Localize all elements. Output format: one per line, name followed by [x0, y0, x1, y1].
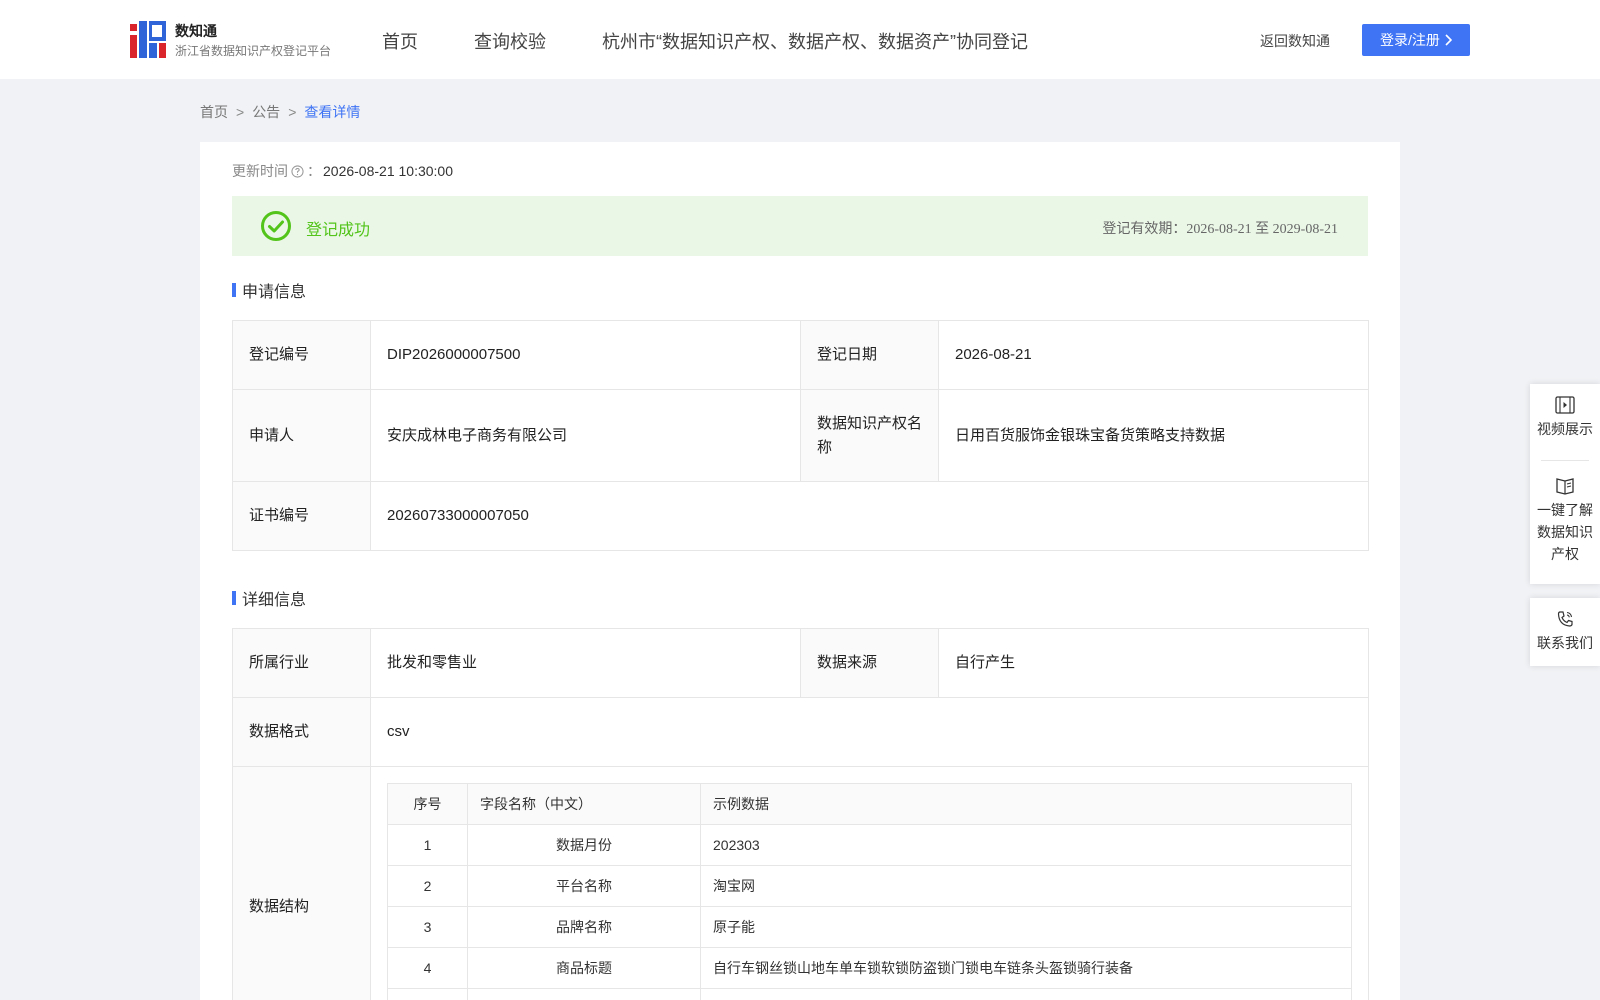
field-name: 商品标题	[467, 947, 701, 989]
row-index: 3	[387, 906, 468, 948]
breadcrumb: 首页 > 公告 > 查看详情	[200, 102, 360, 122]
data-source-value: 自行产生	[938, 628, 1369, 698]
table-header-row: 序号 字段名称（中文） 示例数据	[387, 783, 1352, 825]
float-panel-contact: 联系我们	[1530, 598, 1600, 666]
sample-data: 淘宝网	[700, 865, 1352, 907]
update-time: 更新时间 ： 2026-08-21 10:30:00	[232, 161, 453, 181]
top-header: 数知通 浙江省数据知识产权登记平台 首页 查询校验 杭州市“数据知识产权、数据产…	[0, 0, 1600, 79]
ip-name-value: 日用百货服饰金银珠宝备货策略支持数据	[938, 389, 1369, 482]
cert-no-label: 证书编号	[232, 481, 371, 551]
brand-subtitle: 浙江省数据知识产权登记平台	[175, 44, 332, 58]
update-time-colon: ：	[307, 163, 321, 179]
field-name: 平台名称	[467, 865, 701, 907]
data-format-label: 数据格式	[232, 697, 371, 767]
table-row: 数据格式 csv	[232, 697, 1369, 767]
brand-name: 数知通	[175, 23, 217, 39]
breadcrumb-current: 查看详情	[304, 104, 361, 120]
back-to-shuzhitong-link[interactable]: 返回数知通	[1260, 31, 1330, 51]
table-row	[387, 988, 1352, 1000]
table-row: 申请人 安庆成林电子商务有限公司 数据知识产权名称 日用百货服饰金银珠宝备货策略…	[232, 389, 1369, 482]
learn-data-ip-label-line1: 一键了解	[1537, 502, 1593, 518]
reg-no-label: 登记编号	[232, 320, 371, 390]
learn-data-ip-button[interactable]: 一键了解 数据知识 产权	[1530, 461, 1600, 565]
validity-period: 登记有效期：2026-08-21 至 2029-08-21	[1102, 222, 1338, 237]
check-circle-icon	[261, 211, 291, 241]
breadcrumb-home[interactable]: 首页	[200, 104, 228, 120]
contact-us-button[interactable]: 联系我们	[1530, 598, 1600, 654]
video-showcase-label: 视频展示	[1537, 421, 1593, 437]
breadcrumb-separator: >	[288, 104, 297, 120]
table-row: 数据结构 序号 字段名称（中文） 示例数据 1 数据月份 202303 2 平台…	[232, 766, 1369, 1000]
table-row: 3 品牌名称 原子能	[387, 906, 1352, 948]
section-details-label: 详细信息	[242, 592, 307, 609]
status-text: 登记成功	[306, 222, 371, 239]
section-marker	[232, 283, 236, 297]
learn-data-ip-label-line3: 产权	[1551, 546, 1579, 562]
table-row: 2 平台名称 淘宝网	[387, 865, 1352, 907]
sample-data: 202303	[700, 824, 1352, 866]
float-panel-guide: 视频展示 一键了解 数据知识 产权	[1530, 384, 1600, 584]
section-application-label: 申请信息	[242, 284, 307, 301]
table-row: 1 数据月份 202303	[387, 824, 1352, 866]
column-header: 示例数据	[700, 783, 1352, 825]
table-row: 登记编号 DIP2026000007500 登记日期 2026-08-21	[232, 320, 1369, 390]
column-header: 字段名称（中文）	[467, 783, 701, 825]
reg-date-value: 2026-08-21	[938, 320, 1369, 390]
section-marker	[232, 591, 236, 605]
status-banner: 登记成功 登记有效期：2026-08-21 至 2029-08-21	[232, 196, 1368, 256]
login-register-button[interactable]: 登录/注册	[1362, 24, 1470, 56]
section-details-title: 详细信息	[232, 586, 306, 610]
field-name: 数据月份	[467, 824, 701, 866]
video-icon	[1555, 396, 1575, 414]
ip-name-label: 数据知识产权名称	[800, 389, 939, 482]
breadcrumb-separator: >	[236, 104, 245, 120]
table-row: 4 商品标题 自行车钢丝锁山地车单车锁软锁防盗锁门锁电车链条头盔锁骑行装备	[387, 947, 1352, 989]
nav-query-verify[interactable]: 查询校验	[474, 28, 546, 54]
row-index: 1	[387, 824, 468, 866]
data-format-value: csv	[370, 697, 1369, 767]
sample-data	[700, 988, 1352, 1000]
application-table: 登记编号 DIP2026000007500 登记日期 2026-08-21 申请…	[232, 320, 1369, 551]
data-source-label: 数据来源	[800, 628, 939, 698]
detail-card: 更新时间 ： 2026-08-21 10:30:00 登记成功 登记有效期：20…	[200, 142, 1400, 1000]
data-structure-label: 数据结构	[232, 766, 371, 1000]
nav-hangzhou-registration[interactable]: 杭州市“数据知识产权、数据产权、数据资产”协同登记	[602, 28, 1028, 54]
learn-data-ip-label-line2: 数据知识	[1537, 524, 1593, 540]
row-index: 2	[387, 865, 468, 907]
chevron-right-icon	[1445, 34, 1452, 46]
sample-data: 自行车钢丝锁山地车单车锁软锁防盗锁门锁电车链条头盔锁骑行装备	[700, 947, 1352, 989]
sample-data: 原子能	[700, 906, 1352, 948]
breadcrumb-announcement[interactable]: 公告	[252, 104, 280, 120]
phone-icon	[1557, 611, 1573, 627]
update-time-label: 更新时间	[232, 163, 288, 179]
data-structure-cell: 序号 字段名称（中文） 示例数据 1 数据月份 202303 2 平台名称 淘宝…	[370, 766, 1369, 1000]
industry-label: 所属行业	[232, 628, 371, 698]
details-table: 所属行业 批发和零售业 数据来源 自行产生 数据格式 csv 数据结构 序号 字…	[232, 628, 1369, 1000]
row-index	[387, 988, 468, 1000]
reg-no-value: DIP2026000007500	[370, 320, 801, 390]
applicant-value: 安庆成林电子商务有限公司	[370, 389, 801, 482]
book-icon	[1556, 478, 1574, 495]
cert-no-value: 20260733000007050	[370, 481, 1369, 551]
applicant-label: 申请人	[232, 389, 371, 482]
table-row: 证书编号 20260733000007050	[232, 481, 1369, 551]
column-header: 序号	[387, 783, 468, 825]
field-name: 品牌名称	[467, 906, 701, 948]
section-application-title: 申请信息	[232, 278, 306, 302]
row-index: 4	[387, 947, 468, 989]
field-name	[467, 988, 701, 1000]
question-circle-icon[interactable]	[291, 164, 304, 178]
nav-home[interactable]: 首页	[382, 28, 418, 54]
contact-us-label: 联系我们	[1537, 635, 1593, 651]
data-structure-table: 序号 字段名称（中文） 示例数据 1 数据月份 202303 2 平台名称 淘宝…	[387, 783, 1352, 1000]
video-showcase-button[interactable]: 视频展示	[1530, 384, 1600, 460]
logo-icon[interactable]	[130, 21, 166, 58]
reg-date-label: 登记日期	[800, 320, 939, 390]
table-row: 所属行业 批发和零售业 数据来源 自行产生	[232, 628, 1369, 698]
update-time-value: 2026-08-21 10:30:00	[323, 163, 453, 179]
login-register-label: 登录/注册	[1380, 32, 1440, 48]
industry-value: 批发和零售业	[370, 628, 801, 698]
